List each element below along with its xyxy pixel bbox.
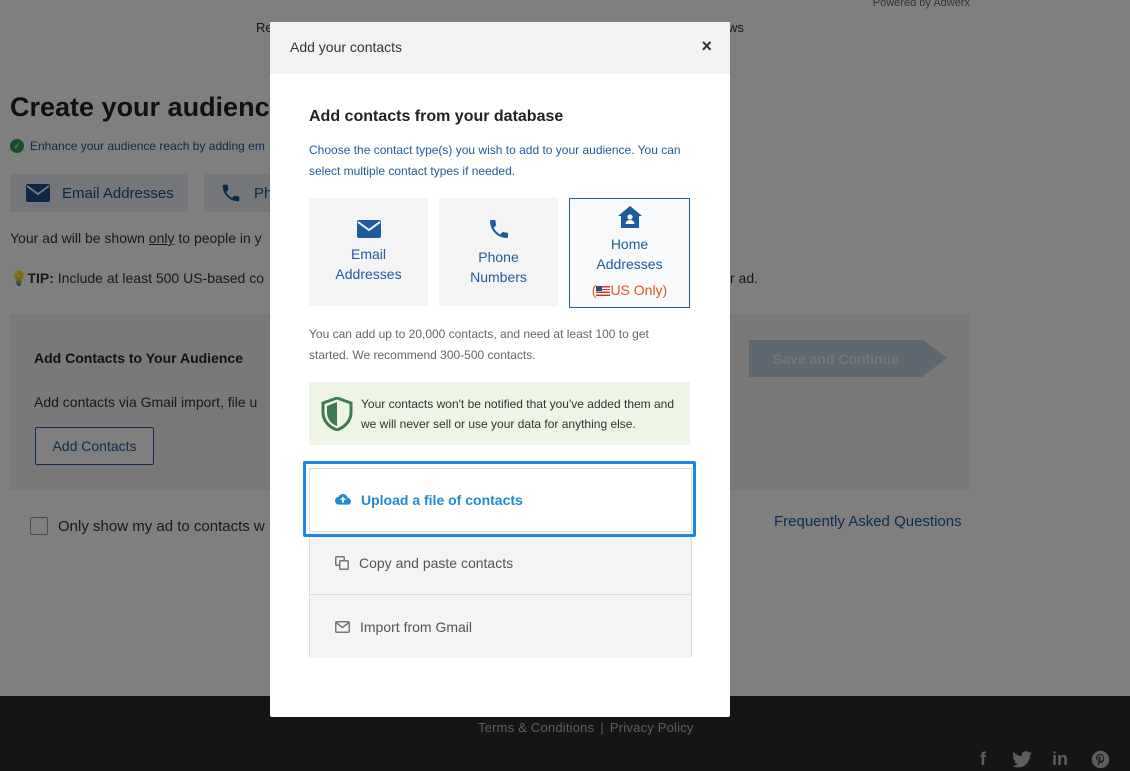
envelope-icon <box>356 220 381 238</box>
contact-type-email-line2: Addresses <box>335 266 402 282</box>
contact-type-phone[interactable]: Phone Numbers <box>439 198 558 306</box>
contact-type-home-line2: Addresses <box>596 256 663 272</box>
envelope-outline-icon <box>335 620 350 633</box>
privacy-text: Your contacts won't be notified that you… <box>361 396 675 431</box>
us-flag-icon <box>596 286 611 296</box>
contact-type-phone-line1: Phone <box>478 249 519 265</box>
database-description: Choose the contact type(s) you wish to a… <box>309 143 681 178</box>
close-icon[interactable]: × <box>701 36 712 56</box>
contact-type-phone-line2: Numbers <box>470 269 527 285</box>
contact-type-email[interactable]: Email Addresses <box>309 198 428 306</box>
upload-file-option[interactable]: Upload a file of contacts <box>310 469 691 532</box>
contact-limit-text: You can add up to 20,000 contacts, and n… <box>309 327 649 362</box>
contact-type-home-line1: Home <box>610 236 649 252</box>
home-icon <box>617 206 642 228</box>
copy-paste-label: Copy and paste contacts <box>359 555 514 571</box>
modal-title: Add your contacts <box>290 39 403 55</box>
gmail-import-option[interactable]: Import from Gmail <box>310 595 691 658</box>
upload-file-label: Upload a file of contacts <box>361 492 523 508</box>
us-only-note: (US Only) <box>592 280 667 300</box>
phone-icon <box>489 220 508 238</box>
copy-paste-option[interactable]: Copy and paste contacts <box>310 532 691 595</box>
import-method-list: Upload a file of contacts Copy and paste… <box>309 468 692 658</box>
contact-type-email-line1: Email <box>350 246 386 262</box>
contact-type-home[interactable]: Home Addresses (US Only) <box>569 198 690 308</box>
us-only-text: US Only) <box>610 282 668 298</box>
privacy-notice: Your contacts won't be notified that you… <box>309 382 690 445</box>
gmail-import-label: Import from Gmail <box>360 618 473 635</box>
cloud-upload-icon <box>335 494 351 505</box>
modal-header: Add your contacts × <box>270 22 730 74</box>
add-contacts-modal: Add your contacts × Add contacts from yo… <box>270 22 730 717</box>
database-heading: Add contacts from your database <box>309 108 564 125</box>
copy-icon <box>335 556 349 570</box>
shield-icon <box>321 396 353 431</box>
